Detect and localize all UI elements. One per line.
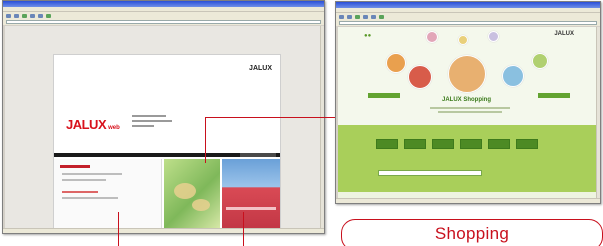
- tagline-line: [132, 125, 154, 127]
- news-line: [62, 197, 118, 199]
- category-tab[interactable]: [460, 139, 482, 149]
- jalux-homepage: JALUX JALUX web: [53, 54, 281, 228]
- nav-band-link[interactable]: [240, 153, 276, 157]
- news-line: [62, 173, 122, 175]
- category-circle[interactable]: [502, 65, 524, 87]
- status-bar: [3, 228, 324, 233]
- shopping-title: JALUX Shopping: [442, 97, 491, 103]
- news-heading: [60, 165, 90, 168]
- illustration-stage: JALUX JALUX web ●● JALUX JALUX Shopping …: [0, 0, 603, 246]
- search-icon[interactable]: [371, 14, 376, 19]
- home-icon[interactable]: [30, 13, 35, 18]
- tagline-block: [132, 115, 172, 130]
- page-viewport: JALUX JALUX web: [5, 26, 320, 228]
- search-bar[interactable]: [378, 170, 482, 176]
- news-panel[interactable]: [54, 159, 162, 228]
- back-icon[interactable]: [339, 14, 344, 19]
- shopping-callout-label: Shopping: [434, 224, 510, 243]
- banner-graphic: [192, 199, 210, 211]
- search-icon[interactable]: [38, 13, 43, 18]
- travel-banner[interactable]: [222, 159, 280, 228]
- vertical-scrollbar[interactable]: [320, 26, 324, 228]
- address-bar: [336, 20, 600, 26]
- logo-suffix-text: web: [108, 125, 120, 131]
- category-circle[interactable]: [532, 53, 548, 69]
- browser-toolbar: [336, 13, 600, 20]
- home-icon[interactable]: [363, 14, 368, 19]
- status-bar: [336, 198, 600, 203]
- intro-text-line: [438, 111, 502, 113]
- shopping-callout: Shopping: [341, 219, 603, 246]
- browser-window-shopping: ●● JALUX JALUX Shopping: [335, 1, 601, 204]
- forward-icon[interactable]: [347, 14, 352, 19]
- category-circle[interactable]: [386, 53, 406, 73]
- category-label[interactable]: [538, 93, 570, 98]
- header-logo[interactable]: JALUX: [249, 65, 272, 72]
- forward-icon[interactable]: [14, 13, 19, 18]
- pointer-line: [243, 212, 244, 246]
- pointer-line: [118, 212, 119, 246]
- url-field[interactable]: [6, 20, 321, 24]
- pointer-line: [205, 117, 335, 118]
- category-tab[interactable]: [376, 139, 398, 149]
- category-circle[interactable]: [408, 65, 432, 89]
- url-field[interactable]: [339, 21, 597, 25]
- tagline-line: [132, 120, 172, 122]
- category-circle[interactable]: [426, 31, 438, 43]
- address-bar: [3, 19, 324, 25]
- category-tab[interactable]: [404, 139, 426, 149]
- category-tab[interactable]: [488, 139, 510, 149]
- category-tab[interactable]: [516, 139, 538, 149]
- shop-site-logo[interactable]: ●●: [364, 33, 371, 39]
- product-section: [338, 125, 596, 197]
- category-tab[interactable]: [432, 139, 454, 149]
- browser-toolbar: [3, 12, 324, 19]
- logo-main-text: JALUX: [66, 117, 107, 132]
- refresh-icon[interactable]: [355, 14, 360, 19]
- vertical-scrollbar[interactable]: [596, 27, 600, 198]
- category-circle[interactable]: [458, 35, 468, 45]
- news-line: [62, 179, 106, 181]
- page-viewport: ●● JALUX JALUX Shopping: [338, 27, 596, 198]
- back-icon[interactable]: [6, 13, 11, 18]
- pointer-line: [205, 117, 206, 163]
- category-label[interactable]: [368, 93, 400, 98]
- main-category-circle[interactable]: [448, 55, 486, 93]
- header-logo[interactable]: JALUX: [554, 31, 574, 37]
- news-link[interactable]: [62, 191, 98, 193]
- jalux-web-logo: JALUX web: [66, 117, 120, 132]
- favorites-icon[interactable]: [379, 14, 384, 19]
- banner-caption: [226, 207, 276, 210]
- tagline-line: [132, 115, 166, 117]
- shopping-banner[interactable]: [164, 159, 220, 228]
- favorites-icon[interactable]: [46, 13, 51, 18]
- intro-text-line: [430, 107, 510, 109]
- category-circle[interactable]: [488, 31, 499, 42]
- refresh-icon[interactable]: [22, 13, 27, 18]
- banner-graphic: [174, 183, 196, 199]
